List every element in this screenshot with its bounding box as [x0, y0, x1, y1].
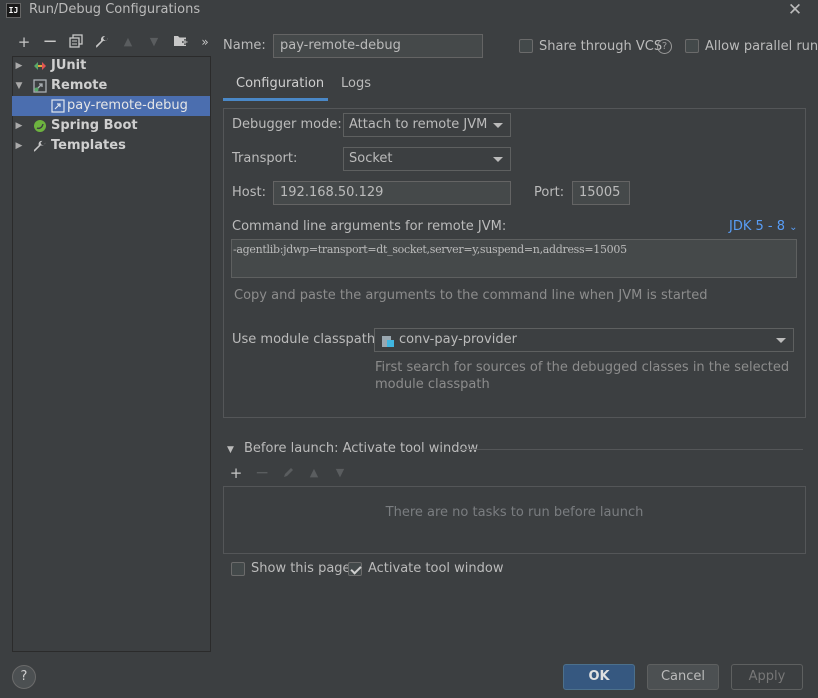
- show-page-checkbox[interactable]: [231, 562, 245, 576]
- more-icon[interactable]: »: [197, 34, 213, 50]
- collapse-arrow-icon[interactable]: ▼: [14, 76, 24, 96]
- transport-label: Transport:: [232, 151, 298, 166]
- tree-item-label: pay-remote-debug: [67, 98, 188, 113]
- jdk-version-label: JDK 5 - 8: [729, 219, 785, 234]
- port-input[interactable]: 15005: [572, 181, 630, 205]
- tree-item-label: JUnit: [51, 58, 87, 73]
- name-label: Name:: [223, 38, 266, 53]
- allow-parallel-label: Allow parallel run: [705, 39, 818, 54]
- tab-active-indicator: [223, 98, 328, 101]
- tree-item-junit[interactable]: ▶ JUnit: [12, 56, 210, 76]
- cancel-button[interactable]: Cancel: [647, 664, 719, 690]
- move-down-icon[interactable]: ▼: [146, 34, 162, 50]
- chevron-down-icon: [493, 123, 503, 128]
- remove-task-icon[interactable]: −: [255, 465, 269, 482]
- module-hint-line2: module classpath: [375, 377, 490, 392]
- tree-item-remote[interactable]: ▼ Remote: [12, 76, 210, 96]
- cmd-args-label: Command line arguments for remote JVM:: [232, 219, 507, 234]
- tree-item-label: Templates: [51, 138, 126, 153]
- activate-tool-window-checkbox[interactable]: [348, 562, 362, 576]
- ok-button[interactable]: OK: [563, 664, 635, 690]
- chevron-down-icon: [493, 157, 503, 162]
- before-launch-task-list: [223, 486, 806, 554]
- collapse-arrow-icon[interactable]: ▼: [227, 445, 234, 455]
- new-folder-icon[interactable]: [172, 34, 188, 50]
- window-title: Run/Debug Configurations: [29, 2, 201, 17]
- intellij-app-icon: IJ: [6, 3, 21, 18]
- tree-item-label: Remote: [51, 78, 108, 93]
- name-input[interactable]: pay-remote-debug: [273, 34, 483, 58]
- add-task-icon[interactable]: +: [229, 466, 243, 481]
- tree-item-templates[interactable]: ▶ Templates: [12, 136, 210, 156]
- host-input[interactable]: 192.168.50.129: [273, 181, 511, 205]
- apply-button[interactable]: Apply: [731, 664, 803, 690]
- module-classpath-label: Use module classpath:: [232, 332, 380, 347]
- tree-item-pay-remote-debug[interactable]: pay-remote-debug: [12, 96, 210, 116]
- spring-boot-icon: [33, 119, 47, 133]
- add-icon[interactable]: +: [16, 34, 32, 50]
- expand-arrow-icon[interactable]: ▶: [14, 116, 24, 136]
- help-icon[interactable]: ?: [657, 39, 672, 54]
- show-page-label: Show this page: [251, 561, 351, 576]
- share-vcs-checkbox[interactable]: [519, 39, 533, 53]
- module-classpath-select[interactable]: conv-pay-provider: [374, 328, 794, 352]
- chevron-down-icon: ⌄: [789, 222, 798, 233]
- port-label: Port:: [534, 185, 565, 200]
- tab-configuration[interactable]: Configuration: [236, 76, 324, 91]
- junit-icon: [33, 59, 47, 73]
- expand-arrow-icon[interactable]: ▶: [14, 56, 24, 76]
- remote-icon: [33, 79, 47, 93]
- module-hint-line1: First search for sources of the debugged…: [375, 360, 790, 375]
- remove-icon[interactable]: −: [42, 33, 58, 51]
- module-classpath-value: conv-pay-provider: [399, 332, 517, 347]
- debugger-mode-label: Debugger mode:: [232, 117, 342, 132]
- cmd-args-hint: Copy and paste the arguments to the comm…: [234, 288, 708, 303]
- host-label: Host:: [232, 185, 266, 200]
- help-button[interactable]: ?: [12, 665, 36, 689]
- wrench-icon: [33, 139, 47, 153]
- transport-value: Socket: [349, 151, 393, 166]
- tab-logs[interactable]: Logs: [341, 76, 371, 91]
- edit-task-icon[interactable]: [281, 466, 295, 480]
- empty-tasks-text: There are no tasks to run before launch: [385, 505, 644, 520]
- section-divider: [458, 449, 803, 450]
- move-down-icon[interactable]: ▼: [333, 466, 347, 480]
- wrench-icon[interactable]: [94, 34, 110, 50]
- cmd-args-textarea[interactable]: -agentlib:jdwp=transport=dt_socket,serve…: [231, 239, 797, 278]
- before-launch-title: Before launch: Activate tool window: [244, 441, 479, 456]
- tree-item-spring-boot[interactable]: ▶ Spring Boot: [12, 116, 210, 136]
- activate-tool-window-label: Activate tool window: [368, 561, 504, 576]
- chevron-down-icon: [776, 338, 786, 343]
- copy-icon[interactable]: [68, 34, 84, 50]
- share-vcs-label: Share through VCS: [539, 39, 663, 54]
- jdk-version-selector[interactable]: JDK 5 - 8 ⌄: [729, 219, 798, 234]
- tree-item-label: Spring Boot: [51, 118, 138, 133]
- move-up-icon[interactable]: ▲: [120, 34, 136, 50]
- move-up-icon[interactable]: ▲: [307, 466, 321, 480]
- remote-config-icon: [51, 99, 65, 113]
- module-icon: [381, 334, 395, 356]
- debugger-mode-select[interactable]: Attach to remote JVM: [343, 113, 511, 137]
- expand-arrow-icon[interactable]: ▶: [14, 136, 24, 156]
- transport-select[interactable]: Socket: [343, 147, 511, 171]
- debugger-mode-value: Attach to remote JVM: [349, 117, 488, 132]
- allow-parallel-checkbox[interactable]: [685, 39, 699, 53]
- title-bar: IJ Run/Debug Configurations ✕: [0, 0, 818, 22]
- close-icon[interactable]: ✕: [787, 0, 803, 20]
